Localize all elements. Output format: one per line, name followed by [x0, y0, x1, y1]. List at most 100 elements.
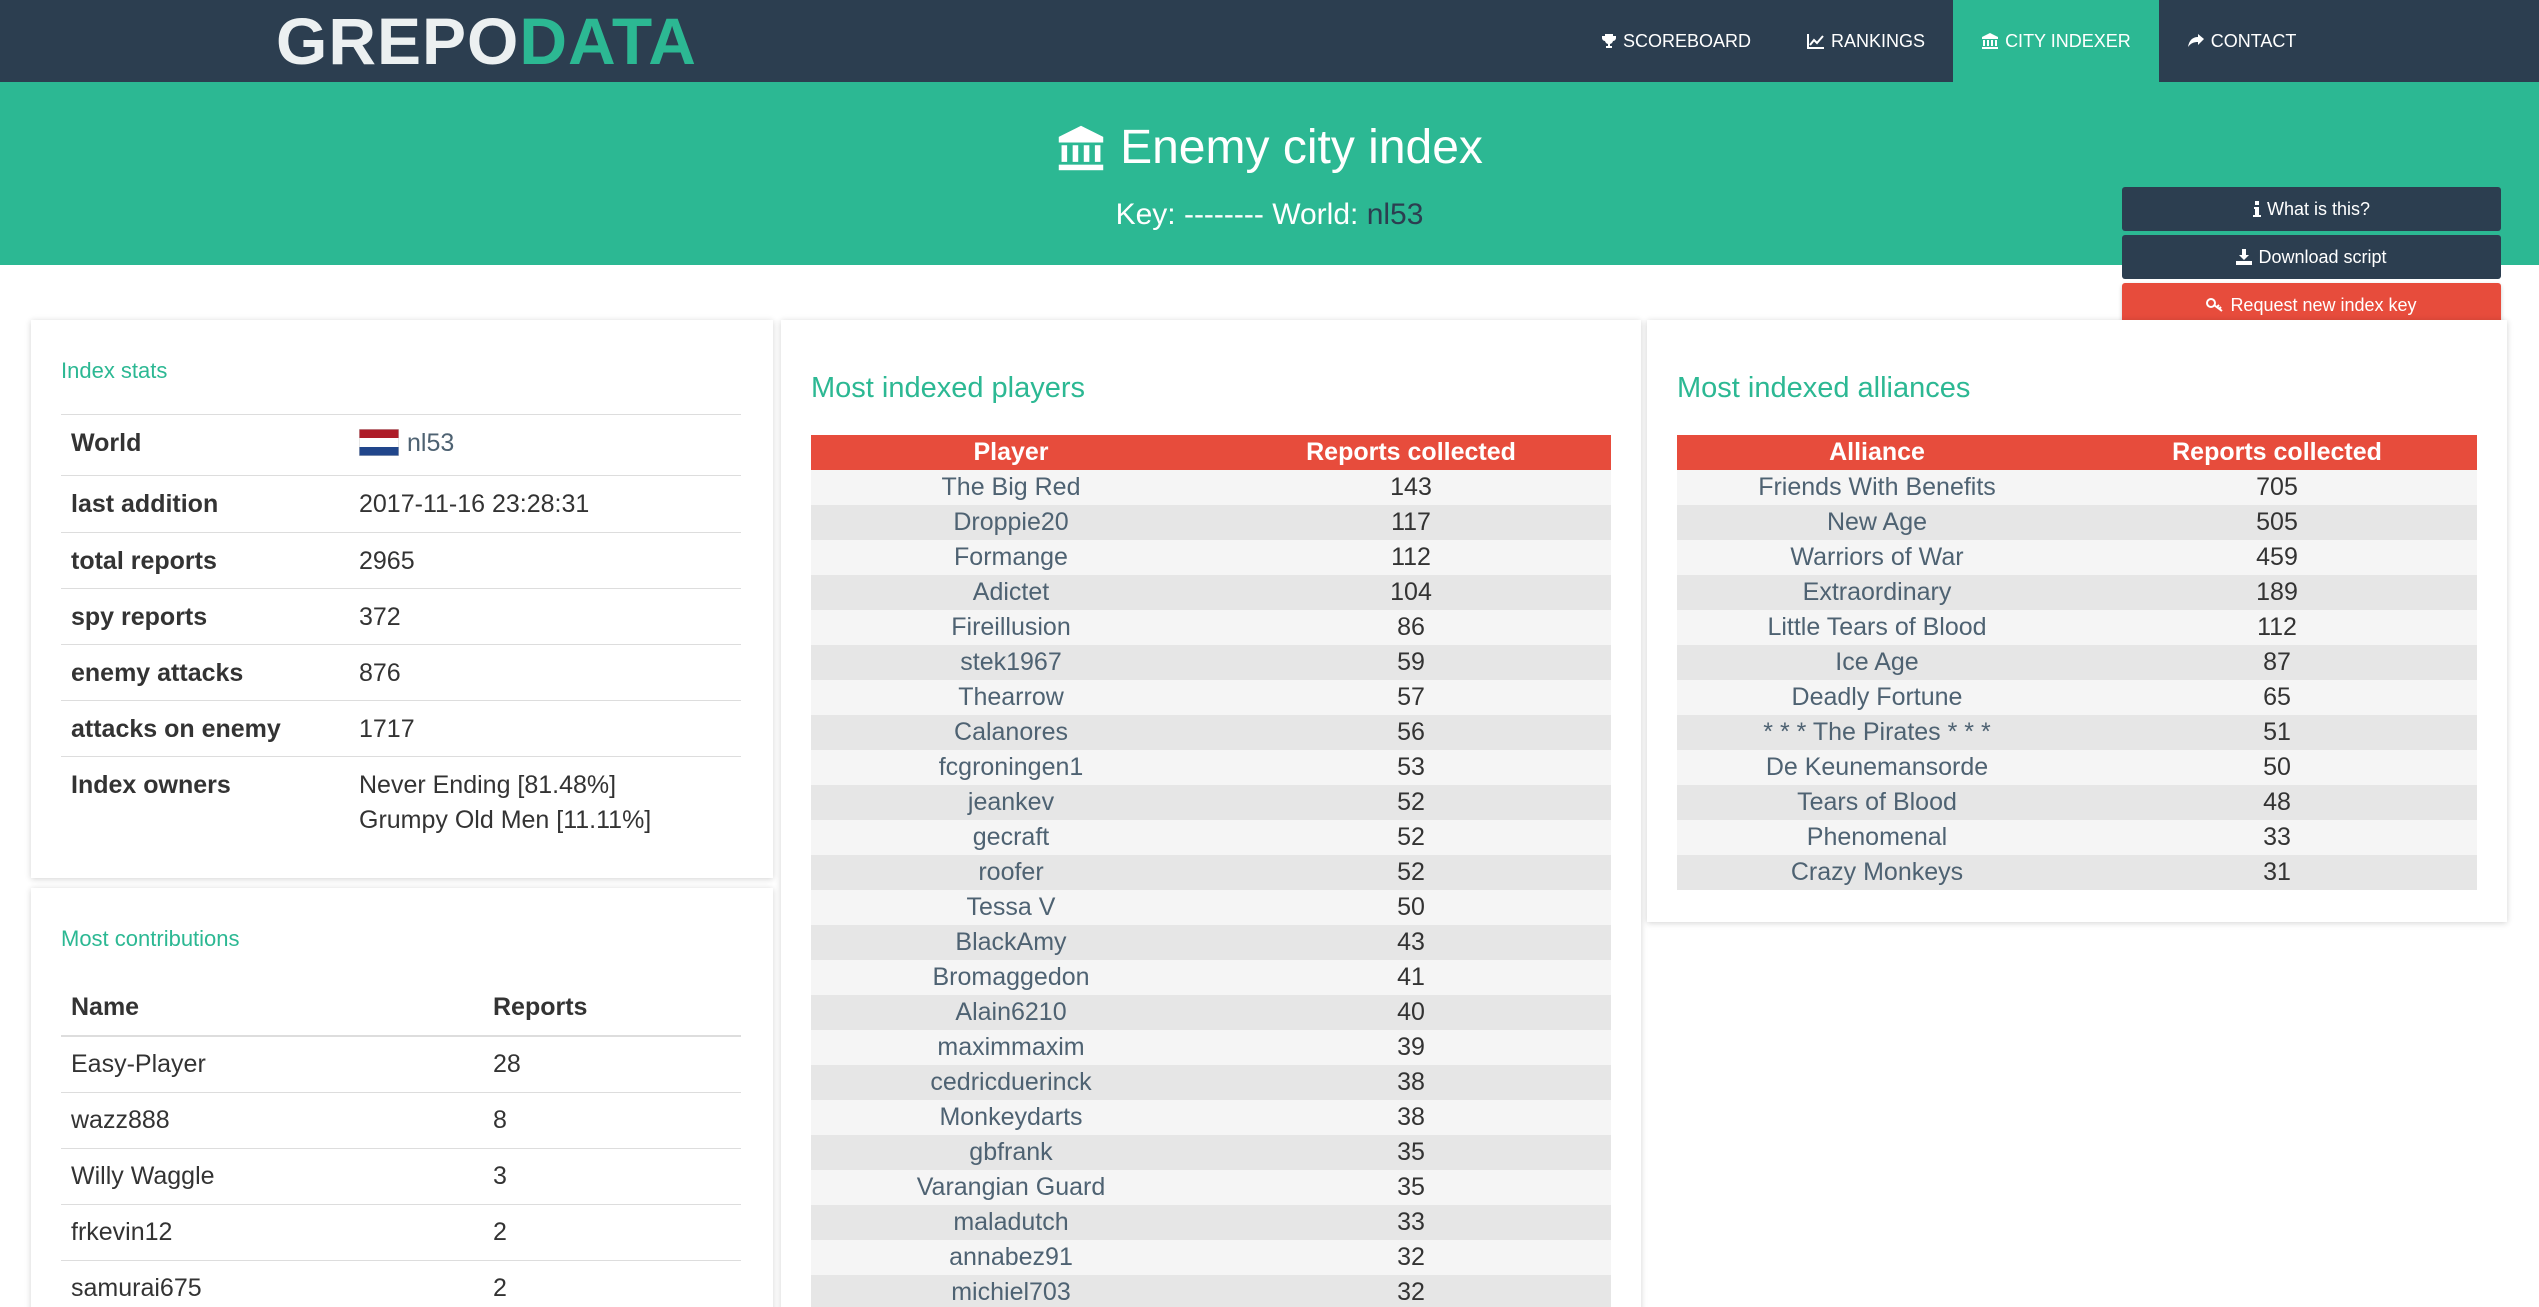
table-row: wazz888 8 — [61, 1091, 741, 1148]
player-name-link[interactable]: annabez91 — [811, 1240, 1211, 1275]
players-header: Player Reports collected — [811, 435, 1611, 470]
download-icon — [2236, 249, 2253, 265]
player-name-link[interactable]: gecraft — [811, 820, 1211, 855]
contributions-table: Name Reports Easy-Player 28 wazz888 8 Will… — [61, 980, 741, 1307]
player-name-link[interactable]: Varangian Guard — [811, 1170, 1211, 1205]
reports-collected-cell: 53 — [1211, 750, 1611, 785]
reports-collected-cell: 48 — [2077, 785, 2477, 820]
col-player-header: Player — [811, 435, 1211, 470]
what-is-this-button[interactable]: What is this? — [2122, 187, 2501, 231]
player-name-link[interactable]: Monkeydarts — [811, 1100, 1211, 1135]
reports-collected-cell: 32 — [1211, 1240, 1611, 1275]
contributions-header: Name Reports — [61, 980, 741, 1037]
table-row: The Big Red 143 — [811, 470, 1611, 505]
key-label: Key: — [1115, 198, 1176, 231]
alliance-name-link[interactable]: * * * The Pirates * * * — [1677, 715, 2077, 750]
table-row: Bromaggedon 41 — [811, 960, 1611, 995]
stat-value-owners: Never Ending [81.48%] Grumpy Old Men [11… — [349, 756, 741, 847]
download-script-label: Download script — [2258, 246, 2387, 267]
stat-label: last addition — [61, 475, 349, 533]
brand-part-1: GREPO — [276, 4, 520, 78]
player-name-link[interactable]: BlackAmy — [811, 925, 1211, 960]
contrib-reports: 8 — [483, 1091, 741, 1148]
player-name-link[interactable]: maximmaxim — [811, 1030, 1211, 1065]
player-name-link[interactable]: Formange — [811, 540, 1211, 575]
stat-row: enemy attacks 876 — [61, 644, 741, 701]
reports-collected-cell: 35 — [1211, 1170, 1611, 1205]
stat-label: World — [61, 414, 349, 476]
player-name-link[interactable]: Droppie20 — [811, 505, 1211, 540]
player-name-link[interactable]: The Big Red — [811, 470, 1211, 505]
table-row: Tears of Blood 48 — [1677, 785, 2477, 820]
nav-scoreboard-label: SCOREBOARD — [1623, 30, 1752, 51]
reports-collected-cell: 189 — [2077, 575, 2477, 610]
brand-logo[interactable]: GREPODATA — [276, 6, 697, 76]
contributions-card: Most contributions Name Reports Easy-Pla… — [31, 888, 773, 1307]
nav-city-indexer[interactable]: CITY INDEXER — [1953, 0, 2159, 82]
world-link[interactable]: nl53 — [407, 429, 454, 457]
alliance-name-link[interactable]: Friends With Benefits — [1677, 470, 2077, 505]
player-name-link[interactable]: jeankev — [811, 785, 1211, 820]
alliance-name-link[interactable]: Tears of Blood — [1677, 785, 2077, 820]
player-name-link[interactable]: Adictet — [811, 575, 1211, 610]
contrib-reports: 28 — [483, 1035, 741, 1092]
alliances-table: Alliance Reports collected Friends With … — [1677, 435, 2477, 890]
alliance-name-link[interactable]: Crazy Monkeys — [1677, 855, 2077, 890]
alliance-name-link[interactable]: Deadly Fortune — [1677, 680, 2077, 715]
table-row: Monkeydarts 38 — [811, 1100, 1611, 1135]
player-name-link[interactable]: Fireillusion — [811, 610, 1211, 645]
player-name-link[interactable]: Thearrow — [811, 680, 1211, 715]
player-name-link[interactable]: Tessa V — [811, 890, 1211, 925]
stat-row-world: World nl53 — [61, 414, 741, 476]
contrib-name: wazz888 — [61, 1091, 483, 1148]
alliance-name-link[interactable]: Phenomenal — [1677, 820, 2077, 855]
player-name-link[interactable]: stek1967 — [811, 645, 1211, 680]
player-name-link[interactable]: cedricduerinck — [811, 1065, 1211, 1100]
reports-collected-cell: 33 — [1211, 1205, 1611, 1240]
alliance-name-link[interactable]: Little Tears of Blood — [1677, 610, 2077, 645]
alliance-name-link[interactable]: Ice Age — [1677, 645, 2077, 680]
reports-collected-cell: 705 — [2077, 470, 2477, 505]
reports-collected-cell: 52 — [1211, 785, 1611, 820]
alliance-name-link[interactable]: Extraordinary — [1677, 575, 2077, 610]
alliance-name-link[interactable]: New Age — [1677, 505, 2077, 540]
reports-collected-cell: 87 — [2077, 645, 2477, 680]
players-title: Most indexed players — [811, 372, 1086, 404]
reports-collected-cell: 50 — [1211, 890, 1611, 925]
nav-scoreboard[interactable]: SCOREBOARD — [1573, 0, 1779, 82]
stat-label: attacks on enemy — [61, 700, 349, 757]
player-name-link[interactable]: Bromaggedon — [811, 960, 1211, 995]
table-row: Phenomenal 33 — [1677, 820, 2477, 855]
player-name-link[interactable]: Alain6210 — [811, 995, 1211, 1030]
players-card: Most indexed players Player Reports coll… — [781, 320, 1641, 1307]
stat-value: 876 — [349, 644, 741, 701]
player-name-link[interactable]: gbfrank — [811, 1135, 1211, 1170]
stat-value: 372 — [349, 588, 741, 645]
owner-1: Never Ending [81.48%] — [359, 771, 617, 799]
reports-collected-cell: 86 — [1211, 610, 1611, 645]
table-row: De Keunemansorde 50 — [1677, 750, 2477, 785]
player-name-link[interactable]: fcgroningen1 — [811, 750, 1211, 785]
contributions-title: Most contributions — [61, 926, 240, 951]
table-row: gecraft 52 — [811, 820, 1611, 855]
trophy-icon — [1602, 34, 1616, 48]
download-script-button[interactable]: Download script — [2122, 235, 2501, 279]
player-name-link[interactable]: michiel703 — [811, 1275, 1211, 1307]
table-row: maladutch 33 — [811, 1205, 1611, 1240]
table-row: roofer 52 — [811, 855, 1611, 890]
bank-icon — [1058, 125, 1104, 170]
contrib-reports: 2 — [483, 1259, 741, 1307]
alliance-name-link[interactable]: Warriors of War — [1677, 540, 2077, 575]
key-value: -------- — [1183, 198, 1264, 231]
contrib-name: Willy Waggle — [61, 1147, 483, 1204]
player-name-link[interactable]: Calanores — [811, 715, 1211, 750]
reports-collected-cell: 41 — [1211, 960, 1611, 995]
nav-contact[interactable]: CONTACT — [2159, 0, 2325, 82]
table-row: cedricduerinck 38 — [811, 1065, 1611, 1100]
alliance-name-link[interactable]: De Keunemansorde — [1677, 750, 2077, 785]
table-row: gbfrank 35 — [811, 1135, 1611, 1170]
player-name-link[interactable]: maladutch — [811, 1205, 1211, 1240]
nav-rankings[interactable]: RANKINGS — [1779, 0, 1953, 82]
key-icon — [2206, 298, 2224, 312]
player-name-link[interactable]: roofer — [811, 855, 1211, 890]
